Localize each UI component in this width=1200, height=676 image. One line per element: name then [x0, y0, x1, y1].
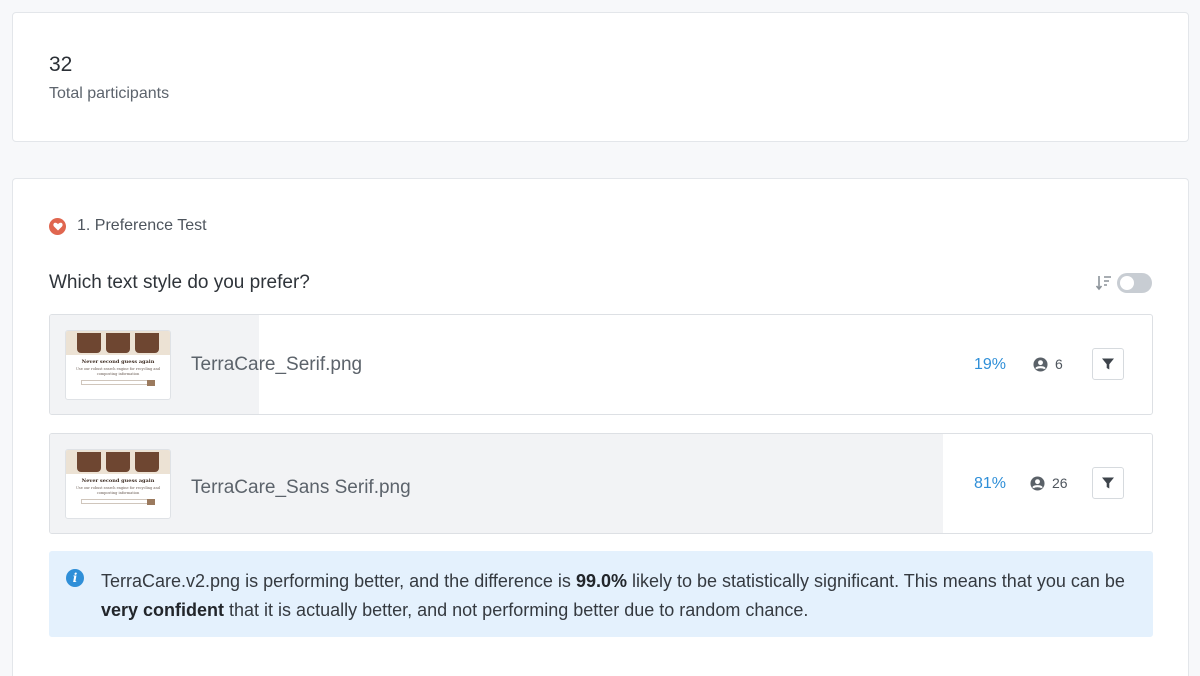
filter-icon: [1102, 477, 1114, 489]
thumbnail-body: Never second guess again Use our robust …: [66, 355, 170, 387]
filter-button[interactable]: [1092, 467, 1124, 499]
voter-count-value: 26: [1052, 475, 1068, 491]
preference-test-card: 1. Preference Test Which text style do y…: [12, 178, 1189, 676]
user-icon: [1030, 475, 1045, 491]
info-icon: i: [66, 569, 84, 587]
test-header: 1. Preference Test: [49, 217, 207, 235]
question-text: Which text style do you prefer?: [49, 272, 310, 293]
cup-graphic: [77, 452, 101, 472]
voter-count: 6: [1033, 356, 1063, 372]
confidence-percent: 99.0%: [575, 571, 627, 591]
sort-control: [1095, 273, 1152, 293]
cup-graphic: [106, 452, 130, 472]
significance-text: TerraCare.v2.png is performing better, a…: [101, 567, 1141, 625]
cup-graphic: [77, 333, 101, 353]
option-name: TerraCare_Serif.png: [191, 354, 363, 375]
test-title: 1. Preference Test: [77, 217, 207, 234]
voter-count: 26: [1030, 475, 1068, 491]
option-thumbnail[interactable]: Never second guess again Use our robust …: [65, 330, 171, 400]
option-row: Never second guess again Use our robust …: [49, 314, 1153, 415]
option-name: TerraCare_Sans Serif.png: [191, 477, 411, 498]
thumbnail-cups-image: [66, 450, 170, 474]
summary-card: 32 Total participants: [12, 12, 1189, 142]
user-icon: [1033, 356, 1048, 372]
significance-info-box: i TerraCare.v2.png is performing better,…: [49, 551, 1153, 637]
option-percent: 81%: [974, 475, 1007, 492]
confidence-level: very confident: [101, 600, 225, 620]
info-text-part: likely to be statistically significant. …: [626, 571, 1125, 591]
heart-icon: [49, 217, 66, 235]
thumbnail-cups-image: [66, 331, 170, 355]
toggle-knob: [1120, 276, 1134, 290]
filter-button[interactable]: [1092, 348, 1124, 380]
info-text-part: TerraCare.v2.png is performing better, a…: [101, 571, 576, 591]
cup-graphic: [135, 333, 159, 353]
thumbnail-text: Use our robust search engine for recycli…: [75, 367, 160, 376]
thumbnail-heading: Never second guess again: [81, 478, 155, 484]
thumbnail-text: Use our robust search engine for recycli…: [75, 486, 160, 495]
cup-graphic: [135, 452, 159, 472]
filter-icon: [1102, 358, 1114, 370]
option-row: Never second guess again Use our robust …: [49, 433, 1153, 534]
total-participants-value: 32: [49, 53, 73, 76]
option-percent: 19%: [974, 356, 1007, 373]
option-thumbnail[interactable]: Never second guess again Use our robust …: [65, 449, 171, 519]
thumbnail-heading: Never second guess again: [81, 359, 155, 365]
sort-toggle[interactable]: [1117, 273, 1152, 293]
thumbnail-search-bar: [81, 380, 155, 387]
thumbnail-search-bar: [81, 499, 155, 506]
thumbnail-body: Never second guess again Use our robust …: [66, 474, 170, 506]
info-text-part: that it is actually better, and not perf…: [224, 600, 809, 620]
total-participants-label: Total participants: [49, 85, 170, 102]
result-bar: [50, 434, 943, 533]
voter-count-value: 6: [1055, 356, 1063, 372]
sort-descending-icon[interactable]: [1095, 273, 1113, 293]
cup-graphic: [106, 333, 130, 353]
